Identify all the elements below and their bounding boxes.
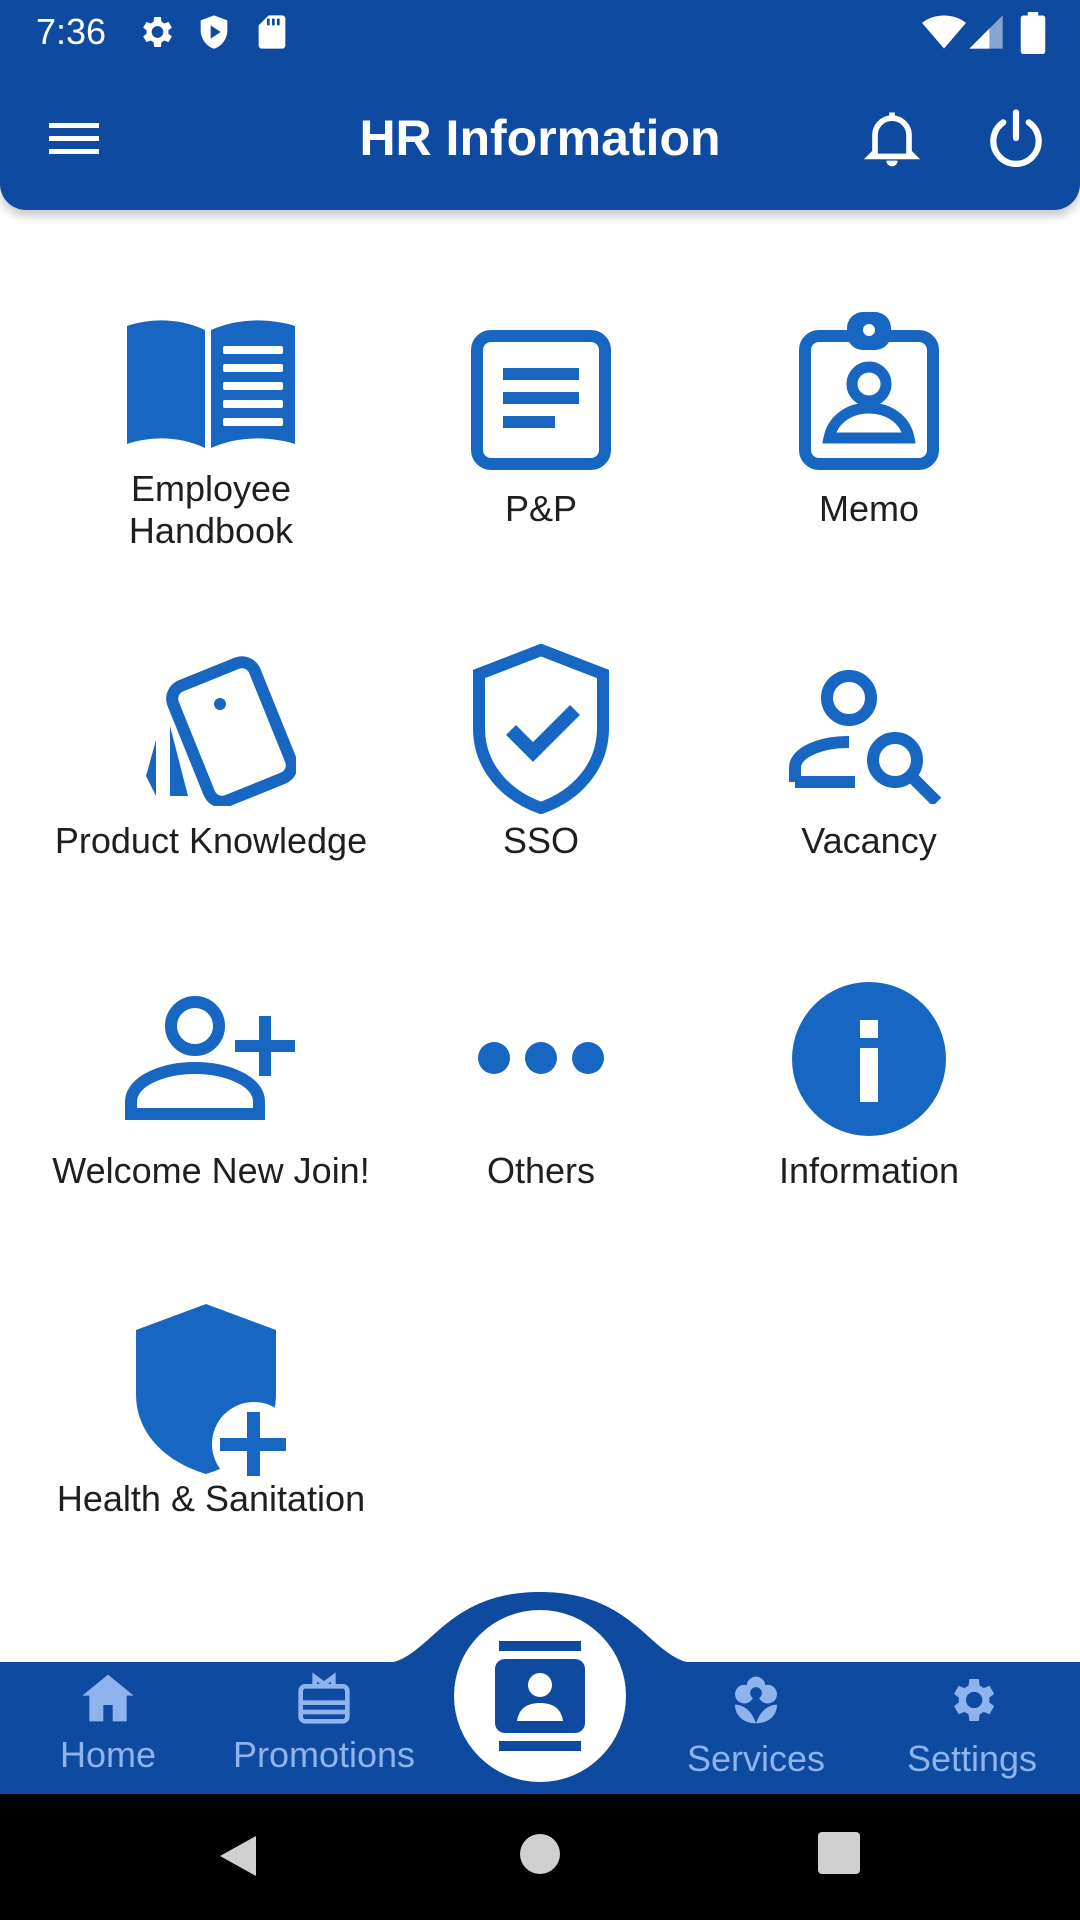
nav-item-label: Home — [59, 1734, 157, 1775]
home-system-icon[interactable] — [518, 1832, 562, 1876]
info-icon — [792, 982, 946, 1136]
sd-card-status-icon — [258, 15, 286, 49]
gear-icon — [954, 1679, 995, 1721]
center-contact-button[interactable] — [454, 1610, 626, 1782]
nav-item-services[interactable]: Services — [656, 1672, 856, 1781]
battery-status-icon — [1020, 12, 1046, 54]
grid-item-label: P&P — [504, 488, 578, 529]
grid-item-welcome-new-join[interactable]: Welcome New Join! — [46, 966, 376, 1216]
signal-status-icon — [969, 15, 1003, 49]
nav-item-label: Promotions — [232, 1734, 416, 1775]
nav-item-label: Services — [686, 1738, 826, 1779]
power-icon[interactable] — [982, 104, 1050, 172]
app-header: 7:36 HR Information — [0, 0, 1080, 210]
nav-item-label: Settings — [906, 1738, 1038, 1779]
grid-item-label: Health & Sanitation — [56, 1478, 366, 1519]
status-bar: 7:36 — [0, 0, 1080, 64]
recents-icon[interactable] — [818, 1832, 860, 1874]
contact-badge-icon — [495, 1641, 585, 1751]
home-icon — [82, 1674, 134, 1722]
grid-item-information[interactable]: Information — [704, 966, 1034, 1216]
gift-icon — [298, 1672, 350, 1724]
person-add-icon — [125, 996, 295, 1120]
grid-item-others[interactable]: Others — [376, 966, 706, 1216]
cards-icon — [146, 656, 296, 806]
grid-item-label: Welcome New Join! — [52, 1150, 370, 1191]
flower-icon — [735, 1676, 777, 1724]
grid-item-label: Others — [486, 1150, 596, 1191]
person-search-icon — [789, 670, 942, 804]
nav-item-home[interactable]: Home — [8, 1672, 208, 1777]
health-shield-icon — [136, 1304, 286, 1478]
grid-item-label: Memo — [818, 488, 920, 529]
system-navigation-bar — [0, 1794, 1080, 1920]
more-icon — [478, 1042, 604, 1074]
grid-item-pp[interactable]: P&P — [376, 300, 706, 570]
bell-icon[interactable] — [858, 104, 926, 172]
grid-item-label: Product Knowledge — [54, 820, 368, 861]
grid-item-label: Employee Handbook — [128, 468, 294, 551]
grid-item-label: SSO — [502, 820, 580, 861]
nav-item-promotions[interactable]: Promotions — [224, 1672, 424, 1777]
nav-item-settings[interactable]: Settings — [872, 1672, 1072, 1781]
badge-icon — [799, 312, 939, 470]
back-icon[interactable] — [216, 1832, 260, 1880]
grid-item-sso[interactable]: SSO — [376, 636, 706, 886]
shield-status-icon — [200, 15, 228, 49]
status-time: 7:36 — [36, 11, 107, 52]
grid-item-employee-handbook[interactable]: Employee Handbook — [46, 300, 376, 570]
grid-item-memo[interactable]: Memo — [704, 300, 1034, 570]
book-icon — [127, 320, 295, 448]
wifi-status-icon — [922, 15, 966, 49]
grid-item-label: Information — [778, 1150, 960, 1191]
document-icon — [471, 330, 611, 470]
grid-item-vacancy[interactable]: Vacancy — [704, 636, 1034, 886]
grid-item-product-knowledge[interactable]: Product Knowledge — [46, 636, 376, 886]
shield-check-icon — [473, 644, 609, 814]
grid-item-health-sanitation[interactable]: Health & Sanitation — [46, 1294, 376, 1544]
grid-item-label: Vacancy — [801, 820, 937, 861]
settings-status-icon — [143, 17, 172, 47]
